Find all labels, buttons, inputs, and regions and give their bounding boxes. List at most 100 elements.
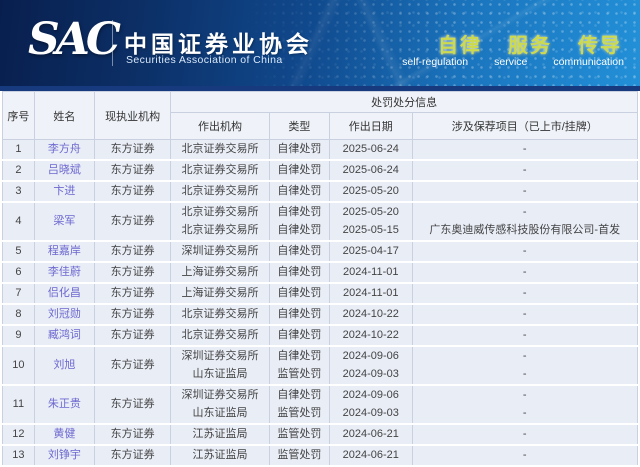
- cell-project-line: 广东奥迪威传感科技股份有限公司-首发: [429, 224, 621, 236]
- table-row: 3 卞进 东方证券 北京证券交易所 自律处罚 2025-05-20 -: [2, 181, 639, 203]
- person-link[interactable]: 臧鸿词: [48, 329, 81, 341]
- cell-date: 2025-04-17: [328, 241, 413, 263]
- person-link[interactable]: 李佳蔚: [48, 266, 81, 278]
- cell-agency: 深圳证券交易所: [170, 241, 270, 263]
- person-link[interactable]: 李方舟: [48, 143, 81, 155]
- cell-project-line: -: [522, 428, 527, 440]
- cell-person-name: 李佳蔚: [33, 262, 96, 284]
- cell-agency: 深圳证券交易所 山东证监局: [170, 385, 270, 425]
- person-link[interactable]: 侣化昌: [48, 287, 81, 299]
- cell-date-line: 2024-09-03: [342, 407, 399, 419]
- table-row: 2 吕晓斌 东方证券 北京证券交易所 自律处罚 2025-06-24 -: [2, 160, 639, 182]
- cell-date: 2024-09-06 2024-09-03: [328, 385, 413, 425]
- cell-date-line: 2024-11-01: [343, 287, 399, 299]
- cell-project-line: -: [522, 245, 527, 257]
- header-banner: SAC 中国证券业协会 Securities Association of Ch…: [0, 0, 640, 86]
- cell-agency-line: 深圳证券交易所: [181, 350, 259, 362]
- cell-type: 自律处罚: [268, 283, 330, 305]
- cell-type-line: 监管处罚: [277, 449, 322, 461]
- cell-agency-line: 深圳证券交易所: [181, 245, 259, 257]
- col-header-project: 涉及保荐项目（已上市/挂牌）: [411, 112, 639, 140]
- cell-current-org: 东方证券: [94, 160, 172, 182]
- cell-date-line: 2024-09-06: [342, 389, 399, 401]
- cell-agency-line: 北京证券交易所: [181, 206, 259, 218]
- cell-row-number: 6: [2, 262, 35, 284]
- cell-type-line: 自律处罚: [277, 389, 322, 401]
- slogan-communication-en: communication: [553, 56, 624, 68]
- cell-project-line: -: [522, 287, 527, 299]
- cell-person-name: 刘旭: [33, 346, 96, 386]
- cell-current-org: 东方证券: [94, 181, 172, 203]
- cell-person-name: 程嘉岸: [33, 241, 96, 263]
- slogan-zh: 自律 服务 传导: [438, 29, 622, 58]
- cell-date-line: 2025-05-20: [342, 185, 399, 197]
- cell-date-line: 2024-06-21: [342, 428, 399, 440]
- cell-date: 2024-06-21: [328, 424, 413, 446]
- cell-date: 2024-09-06 2024-09-03: [328, 346, 413, 386]
- cell-person-name: 侣化昌: [33, 283, 96, 305]
- cell-agency: 北京证券交易所: [170, 304, 270, 326]
- person-link[interactable]: 吕晓斌: [48, 164, 81, 176]
- cell-row-number: 1: [2, 139, 35, 161]
- cell-person-name: 梁军: [33, 202, 96, 242]
- person-link[interactable]: 黄健: [53, 428, 75, 440]
- person-link[interactable]: 刘冠勋: [48, 308, 81, 320]
- cell-project: -: [411, 445, 639, 467]
- penalty-table-body: 1 李方舟 东方证券 北京证券交易所 自律处罚 2025-06-24-2 吕晓斌 东方证券 北京…: [2, 139, 639, 467]
- cell-date-line: 2025-04-17: [342, 245, 399, 257]
- cell-date: 2024-11-01: [328, 262, 413, 284]
- cell-agency-line: 江苏证监局: [192, 428, 248, 440]
- cell-type-line: 自律处罚: [277, 143, 322, 155]
- cell-agency-line: 上海证券交易所: [181, 287, 259, 299]
- cell-agency: 北京证券交易所: [170, 139, 270, 161]
- cell-date: 2025-05-20 2025-05-15: [328, 202, 413, 242]
- cell-date-line: 2025-05-15: [342, 224, 399, 236]
- cell-project: --: [411, 346, 639, 386]
- cell-project-line: -: [522, 407, 527, 419]
- cell-current-org: 东方证券: [94, 445, 172, 467]
- person-link[interactable]: 梁军: [53, 215, 75, 227]
- col-header-org: 现执业机构: [94, 91, 172, 140]
- cell-type: 监管处罚: [268, 445, 330, 467]
- cell-person-name: 朱正贵: [33, 385, 96, 425]
- cell-agency-line: 北京证券交易所: [181, 164, 259, 176]
- cell-agency-line: 北京证券交易所: [181, 224, 259, 236]
- cell-agency: 北京证券交易所: [170, 160, 270, 182]
- person-link[interactable]: 刘铮宇: [48, 449, 81, 461]
- col-header-no: 序号: [2, 91, 35, 140]
- cell-date: 2025-06-24: [328, 139, 413, 161]
- person-link[interactable]: 朱正贵: [48, 398, 81, 410]
- cell-person-name: 臧鸿词: [33, 325, 96, 347]
- cell-project-line: -: [522, 266, 527, 278]
- cell-type: 自律处罚 监管处罚: [268, 346, 330, 386]
- cell-type: 自律处罚: [268, 304, 330, 326]
- cell-date: 2025-05-20: [328, 181, 413, 203]
- org-name-en: Securities Association of China: [126, 54, 283, 66]
- cell-project-line: -: [522, 350, 527, 362]
- person-link[interactable]: 刘旭: [53, 359, 75, 371]
- cell-project: -: [411, 181, 639, 203]
- cell-row-number: 4: [2, 202, 35, 242]
- cell-row-number: 5: [2, 241, 35, 263]
- cell-type: 自律处罚: [268, 262, 330, 284]
- cell-date-line: 2024-09-03: [342, 368, 399, 380]
- table-row: 8 刘冠勋 东方证券 北京证券交易所 自律处罚 2024-10-22 -: [2, 304, 639, 326]
- person-link[interactable]: 程嘉岸: [48, 245, 81, 257]
- col-header-penalty-group: 处罚处分信息: [170, 91, 638, 113]
- person-link[interactable]: 卞进: [53, 185, 75, 197]
- cell-date-line: 2024-10-22: [342, 308, 399, 320]
- table-row: 10 刘旭 东方证券 深圳证券交易所 山东证监局 自律处罚 监管处罚 2024-09-06 20…: [2, 346, 639, 386]
- cell-agency-line: 山东证监局: [192, 407, 248, 419]
- cell-row-number: 11: [2, 385, 35, 425]
- cell-type-line: 自律处罚: [277, 185, 322, 197]
- slogan-self-regulation-zh: 自律: [438, 35, 482, 57]
- cell-agency: 北京证券交易所 北京证券交易所: [170, 202, 270, 242]
- slogan-en: self-regulation service communication: [402, 56, 624, 68]
- cell-date-line: 2024-10-22: [342, 329, 399, 341]
- cell-current-org: 东方证券: [94, 262, 172, 284]
- cell-date: 2025-06-24: [328, 160, 413, 182]
- cell-type-line: 自律处罚: [277, 287, 322, 299]
- cell-type-line: 自律处罚: [277, 206, 322, 218]
- cell-row-number: 9: [2, 325, 35, 347]
- table-row: 11 朱正贵 东方证券 深圳证券交易所 山东证监局 自律处罚 监管处罚 2024-09-06 2…: [2, 385, 639, 425]
